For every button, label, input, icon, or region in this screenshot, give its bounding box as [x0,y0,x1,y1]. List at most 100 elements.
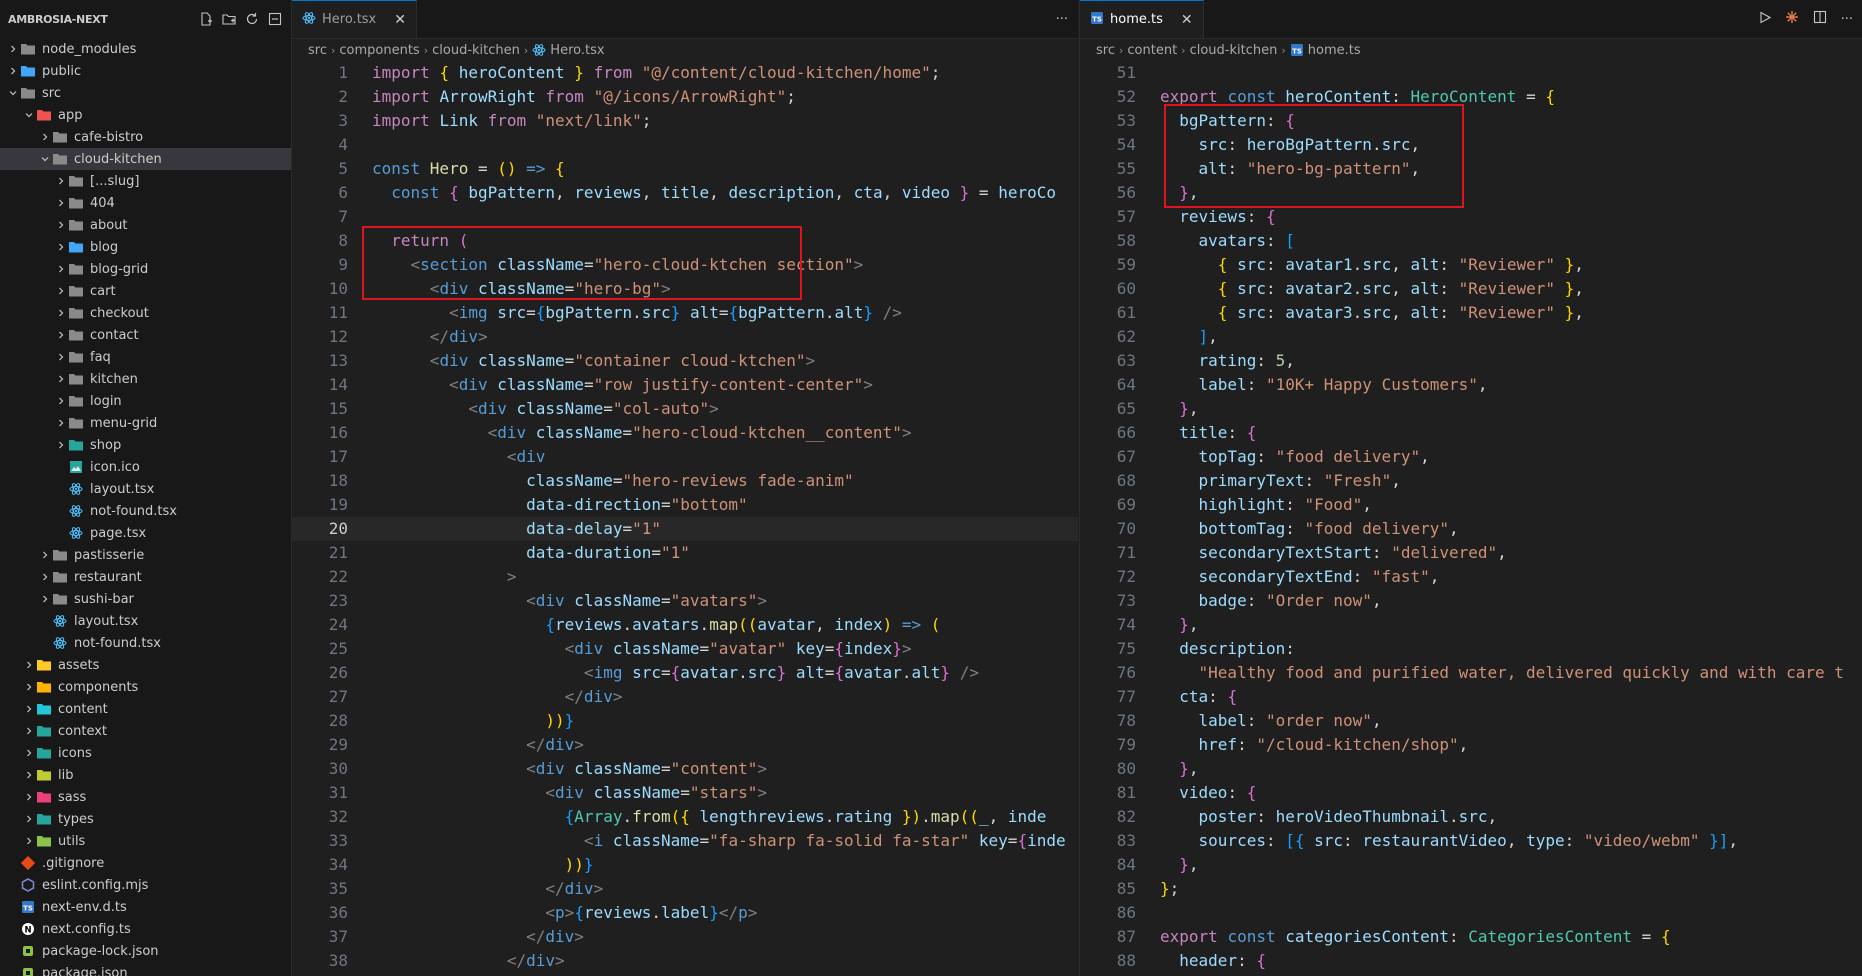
code-token: : [1564,831,1584,850]
code-token: : [1237,735,1257,754]
code-token: : [1371,543,1392,562]
tree-folder[interactable]: lib [0,764,291,786]
close-icon[interactable]: ✕ [394,12,406,28]
chevron-right-icon [54,328,68,342]
breadcrumb-item[interactable]: content [1127,43,1177,58]
code-token: "hero-cloud-ktchen__content" [632,423,902,442]
tab-hero-tsx[interactable]: Hero.tsx ✕ [292,0,417,38]
tree-file[interactable]: not-found.tsx [0,500,291,522]
tree-folder[interactable]: context [0,720,291,742]
more-actions-icon[interactable]: ··· [1841,12,1853,27]
new-file-icon[interactable] [198,11,214,27]
tree-folder[interactable]: blog-grid [0,258,291,280]
collapse-all-icon[interactable] [267,11,283,27]
breadcrumb-item[interactable]: Hero.tsx [550,43,604,58]
code-token: alt [1410,279,1440,298]
tree-folder[interactable]: sushi-bar [0,588,291,610]
tree-folder[interactable]: menu-grid [0,412,291,434]
code-token: } [564,711,575,730]
code-token: bgPattern [1179,111,1266,130]
tree-folder[interactable]: src [0,82,291,104]
breadcrumb-item[interactable]: cloud-kitchen [432,43,520,58]
tree-folder[interactable]: icons [0,742,291,764]
code-token: { [834,639,845,658]
tree-folder[interactable]: cart [0,280,291,302]
refresh-icon[interactable] [244,11,260,27]
code-editor[interactable]: 51 52 export const heroContent: HeroConten… [1080,61,1862,973]
tree-folder[interactable]: faq [0,346,291,368]
close-icon[interactable]: ✕ [1181,12,1193,28]
tree-folder[interactable]: about [0,214,291,236]
code-token: avatar [757,615,816,634]
tree-folder[interactable]: assets [0,654,291,676]
code-text: }, [1160,853,1198,877]
code-token: badge [1198,591,1247,610]
tree-folder[interactable]: app [0,104,291,126]
code-token: : [1265,831,1286,850]
tree-folder[interactable]: sass [0,786,291,808]
more-actions-icon[interactable]: ··· [1056,12,1068,27]
tree-folder[interactable]: restaurant [0,566,291,588]
code-token: , [1391,255,1411,274]
tree-folder[interactable]: login [0,390,291,412]
tree-folder[interactable]: shop [0,434,291,456]
tree-folder[interactable]: types [0,808,291,830]
tree-folder[interactable]: blog [0,236,291,258]
code-token: bgPattern [468,183,556,202]
tree-folder[interactable]: node_modules [0,38,291,60]
tree-folder[interactable]: pastisserie [0,544,291,566]
tree-folder[interactable]: content [0,698,291,720]
code-token: from [477,111,536,130]
sparkle-icon[interactable] [1785,10,1799,28]
code-token: avatar2 [1285,279,1353,298]
breadcrumb-item[interactable]: src [308,43,327,58]
tree-folder[interactable]: cloud-kitchen [0,148,291,170]
tree-file[interactable]: package-lock.json [0,940,291,962]
code-token: src [1237,255,1266,274]
run-icon[interactable] [1759,11,1771,28]
tree-file[interactable]: layout.tsx [0,610,291,632]
tree-file[interactable]: page.tsx [0,522,291,544]
breadcrumb-item[interactable]: src [1096,43,1115,58]
tree-folder[interactable]: 404 [0,192,291,214]
tree-folder[interactable]: utils [0,830,291,852]
tree-file[interactable]: eslint.config.mjs [0,874,291,896]
code-token: < [526,759,536,778]
tree-file[interactable]: .gitignore [0,852,291,874]
tree-file[interactable]: Nnext.config.ts [0,918,291,940]
tree-file[interactable]: TS next-env.d.ts [0,896,291,918]
icons-folder-icon [36,745,52,761]
code-token: div [516,447,546,466]
new-folder-icon[interactable] [221,11,237,27]
line-number: 87 [1116,927,1136,946]
blog-folder-icon [68,239,84,255]
tree-folder[interactable]: kitchen [0,368,291,390]
folder-icon [52,129,68,145]
code-editor[interactable]: 1 import { heroContent } from "@/content/… [292,61,1078,973]
tree-folder[interactable]: contact [0,324,291,346]
code-line: 87 export const categoriesContent: Catego… [1080,925,1862,949]
tree-folder[interactable]: checkout [0,302,291,324]
tree-file[interactable]: icon.ico [0,456,291,478]
split-editor-icon[interactable] [1813,10,1827,28]
tree-folder[interactable]: components [0,676,291,698]
code-token: < [545,903,556,922]
breadcrumb-item[interactable]: cloud-kitchen [1190,43,1278,58]
code-token: src [1458,807,1488,826]
tree-file[interactable]: package.json [0,962,291,976]
tree-file[interactable]: layout.tsx [0,478,291,500]
breadcrumb-item[interactable]: components [339,43,419,58]
tab-home-ts[interactable]: TS home.ts ✕ [1080,0,1204,38]
code-line: 11 <img src={bgPattern.src} alt={bgPatte… [292,301,1078,325]
tree-folder[interactable]: cafe-bistro [0,126,291,148]
tree-folder[interactable]: public [0,60,291,82]
line-number: 67 [1116,447,1136,466]
tree-file[interactable]: not-found.tsx [0,632,291,654]
code-token: ArrowRight [439,87,536,106]
breadcrumb-item[interactable]: home.ts [1308,43,1361,58]
tree-folder[interactable]: [...slug] [0,170,291,192]
